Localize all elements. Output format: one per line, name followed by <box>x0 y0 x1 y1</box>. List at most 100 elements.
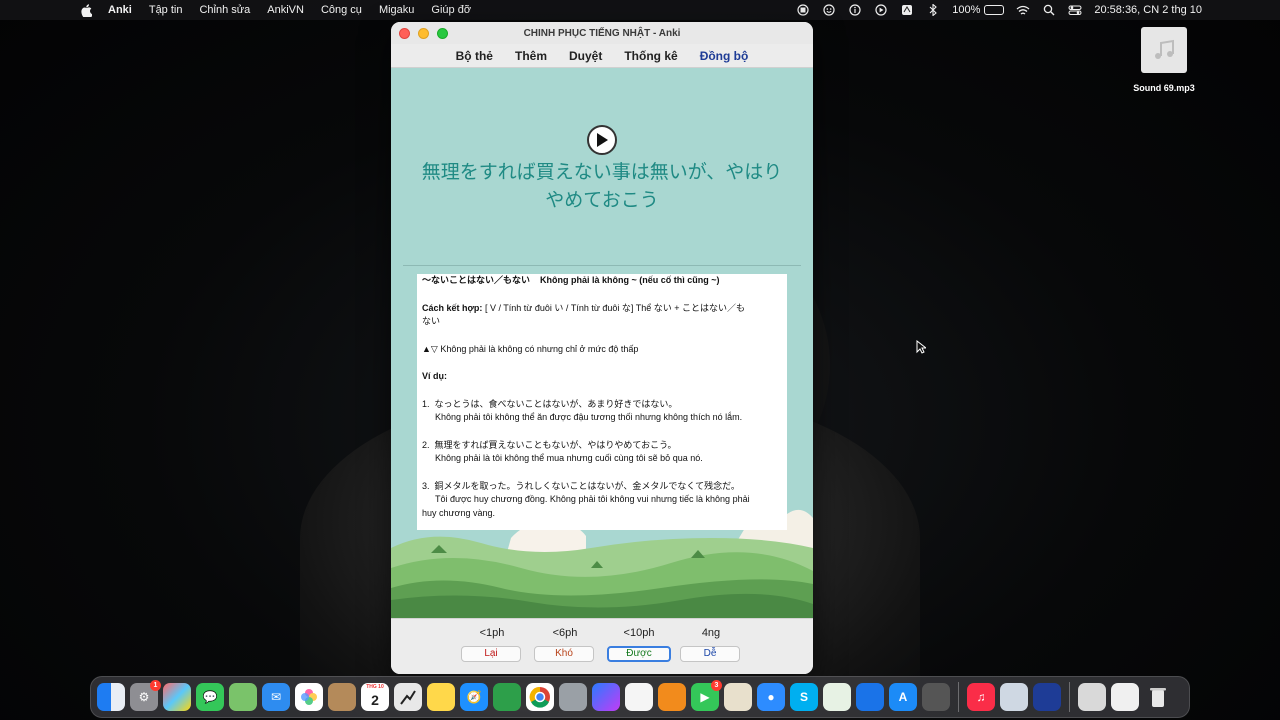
facetime-badge: 3 <box>711 680 722 691</box>
numbers-icon[interactable] <box>823 683 851 711</box>
audacity-icon[interactable] <box>1033 683 1061 711</box>
mouse-cursor-icon <box>916 340 926 354</box>
settings-badge: 1 <box>150 680 161 691</box>
music-icon[interactable]: ♫ <box>967 683 995 711</box>
toolbar-sync[interactable]: Đồng bộ <box>700 49 749 63</box>
toolbar-add[interactable]: Thêm <box>515 49 547 63</box>
menu-migaku[interactable]: Migaku <box>379 4 414 16</box>
safari-icon[interactable]: 🧭 <box>460 683 488 711</box>
control-center-icon[interactable] <box>1068 3 1082 17</box>
photos-icon[interactable] <box>295 683 323 711</box>
game-center-icon[interactable] <box>493 683 521 711</box>
skype-icon[interactable]: S <box>790 683 818 711</box>
battery-status[interactable]: 100% <box>952 4 1005 16</box>
info-icon[interactable] <box>848 3 862 17</box>
dock-separator <box>958 682 959 712</box>
menubar-clock[interactable]: 20:58:36, CN 2 thg 10 <box>1094 4 1202 16</box>
battery-percent: 100% <box>952 4 981 16</box>
anki-app-icon[interactable] <box>394 683 422 711</box>
nuance-text: ▲▽ Không phải là không có nhưng chỉ ở mứ… <box>422 343 639 354</box>
examples-label: Ví dụ: <box>422 371 447 381</box>
migration-icon[interactable] <box>1000 683 1028 711</box>
mail-icon[interactable]: ✉ <box>262 683 290 711</box>
keynote-icon[interactable] <box>856 683 884 711</box>
automator-icon[interactable] <box>559 683 587 711</box>
document-icon[interactable] <box>625 683 653 711</box>
example-1-vi: Không phải tôi không thể ăn được đậu tươ… <box>435 412 743 422</box>
smiley-icon[interactable] <box>822 3 836 17</box>
window-close-button[interactable] <box>399 28 410 39</box>
books-icon[interactable] <box>658 683 686 711</box>
again-button[interactable]: Lại <box>461 646 521 662</box>
downloads-stack-icon[interactable] <box>1078 683 1106 711</box>
answer-again: <1ph Lại <box>461 627 523 662</box>
menu-tools[interactable]: Công cụ <box>321 4 362 16</box>
settings-icon[interactable]: ⚙ 1 <box>130 680 161 711</box>
menu-app-name[interactable]: Anki <box>108 4 132 16</box>
maps-icon[interactable] <box>229 683 257 711</box>
menu-edit[interactable]: Chỉnh sửa <box>199 4 250 16</box>
play-audio-button[interactable] <box>587 125 617 155</box>
answer-good-interval: <10ph <box>623 627 655 639</box>
bluetooth-icon[interactable] <box>926 3 940 17</box>
search-icon[interactable] <box>1042 3 1056 17</box>
messages-icon[interactable]: 💬 <box>196 683 224 711</box>
grammar-header: 〜ないことはない／もない Không phải là không ~ (nếu … <box>422 274 782 288</box>
toolbar-browse[interactable]: Duyệt <box>569 49 602 63</box>
window-title: CHINH PHỤC TIẾNG NHẬT - Anki <box>523 27 681 39</box>
play-circle-icon[interactable] <box>874 3 888 17</box>
example-2-jp: 2. 無理をすれば買えないこともないが、やはりやめておこう。 <box>422 439 677 450</box>
apple-menu-icon[interactable] <box>78 3 94 17</box>
example-3-vi-continued: huy chương vàng. <box>422 507 495 518</box>
answer-easy-interval: 4ng <box>701 627 721 639</box>
usage-text-continued: ない <box>422 316 441 326</box>
record-icon[interactable] <box>796 3 810 17</box>
menu-ankivn[interactable]: AnkiVN <box>267 4 304 16</box>
menu-bar: Anki Tập tin Chỉnh sửa AnkiVN Công cụ Mi… <box>0 0 1280 20</box>
contacts-icon[interactable] <box>328 683 356 711</box>
launchpad-icon[interactable] <box>163 683 191 711</box>
chrome-icon[interactable] <box>526 683 554 711</box>
preview-icon[interactable] <box>724 683 752 711</box>
menu-file[interactable]: Tập tin <box>149 4 183 16</box>
calendar-icon[interactable]: THG 10 2 <box>361 683 389 711</box>
messenger-icon[interactable] <box>592 683 620 711</box>
sentence-line-2: やめておこう <box>545 189 659 211</box>
window-titlebar[interactable]: CHINH PHỤC TIẾNG NHẬT - Anki <box>391 22 813 44</box>
sentence-line-1: 無理をすれば買えない事は無いが、やはり <box>421 161 783 183</box>
documents-stack-icon[interactable] <box>1111 683 1139 711</box>
easy-button[interactable]: Dễ <box>680 646 740 662</box>
card-divider <box>403 265 801 266</box>
facetime-icon[interactable]: ▶ 3 <box>691 680 722 711</box>
desktop-file-label: Sound 69.mp3 <box>1133 83 1195 93</box>
dock-separator-2 <box>1069 682 1070 712</box>
desktop-file-sound[interactable]: Sound 69.mp3 <box>1125 27 1203 93</box>
notes-icon[interactable] <box>427 683 455 711</box>
card-front-sentence: 無理をすれば買えない事は無いが、やはり やめておこう <box>405 158 799 214</box>
battery-icon <box>984 5 1005 15</box>
card-content: 無理をすれば買えない事は無いが、やはり やめておこう 〜ないことはない／もない … <box>391 68 813 618</box>
good-button[interactable]: Được <box>607 646 671 662</box>
grammar-meaning: Không phải là không ~ (nếu cố thì cũng ~… <box>540 275 720 285</box>
translate-icon[interactable] <box>900 3 914 17</box>
window-zoom-button[interactable] <box>437 28 448 39</box>
answer-bar: <1ph Lại <6ph Khó <10ph Được 4ng Dễ <box>391 618 813 674</box>
finder-icon[interactable] <box>97 683 125 711</box>
dock: ⚙ 1 💬 ✉ THG 10 2 🧭 ▶ 3 ● S A ♫ <box>90 676 1190 718</box>
calculator-icon[interactable] <box>922 683 950 711</box>
example-1-jp: 1. なっとうは、食べないことはないが、あまり好きではない。 <box>422 398 678 409</box>
menu-help[interactable]: Giúp đỡ <box>431 4 471 16</box>
trash-icon[interactable] <box>1144 683 1172 711</box>
usage-text: [ V / Tính từ đuôi い / Tính từ đuôi な] T… <box>484 302 745 313</box>
example-3-vi: Tôi được huy chương đồng. Không phải tôi… <box>435 494 750 504</box>
wifi-icon[interactable] <box>1016 3 1030 17</box>
hard-button[interactable]: Khó <box>534 646 594 662</box>
answer-hard: <6ph Khó <box>534 627 596 662</box>
window-minimize-button[interactable] <box>418 28 429 39</box>
zoom-icon[interactable]: ● <box>757 683 785 711</box>
toolbar-stats[interactable]: Thống kê <box>624 49 677 63</box>
usage-label: Cách kết hợp: <box>422 302 483 313</box>
app-store-icon[interactable]: A <box>889 683 917 711</box>
toolbar-decks[interactable]: Bộ thẻ <box>456 49 493 63</box>
answer-hard-interval: <6ph <box>552 627 578 639</box>
